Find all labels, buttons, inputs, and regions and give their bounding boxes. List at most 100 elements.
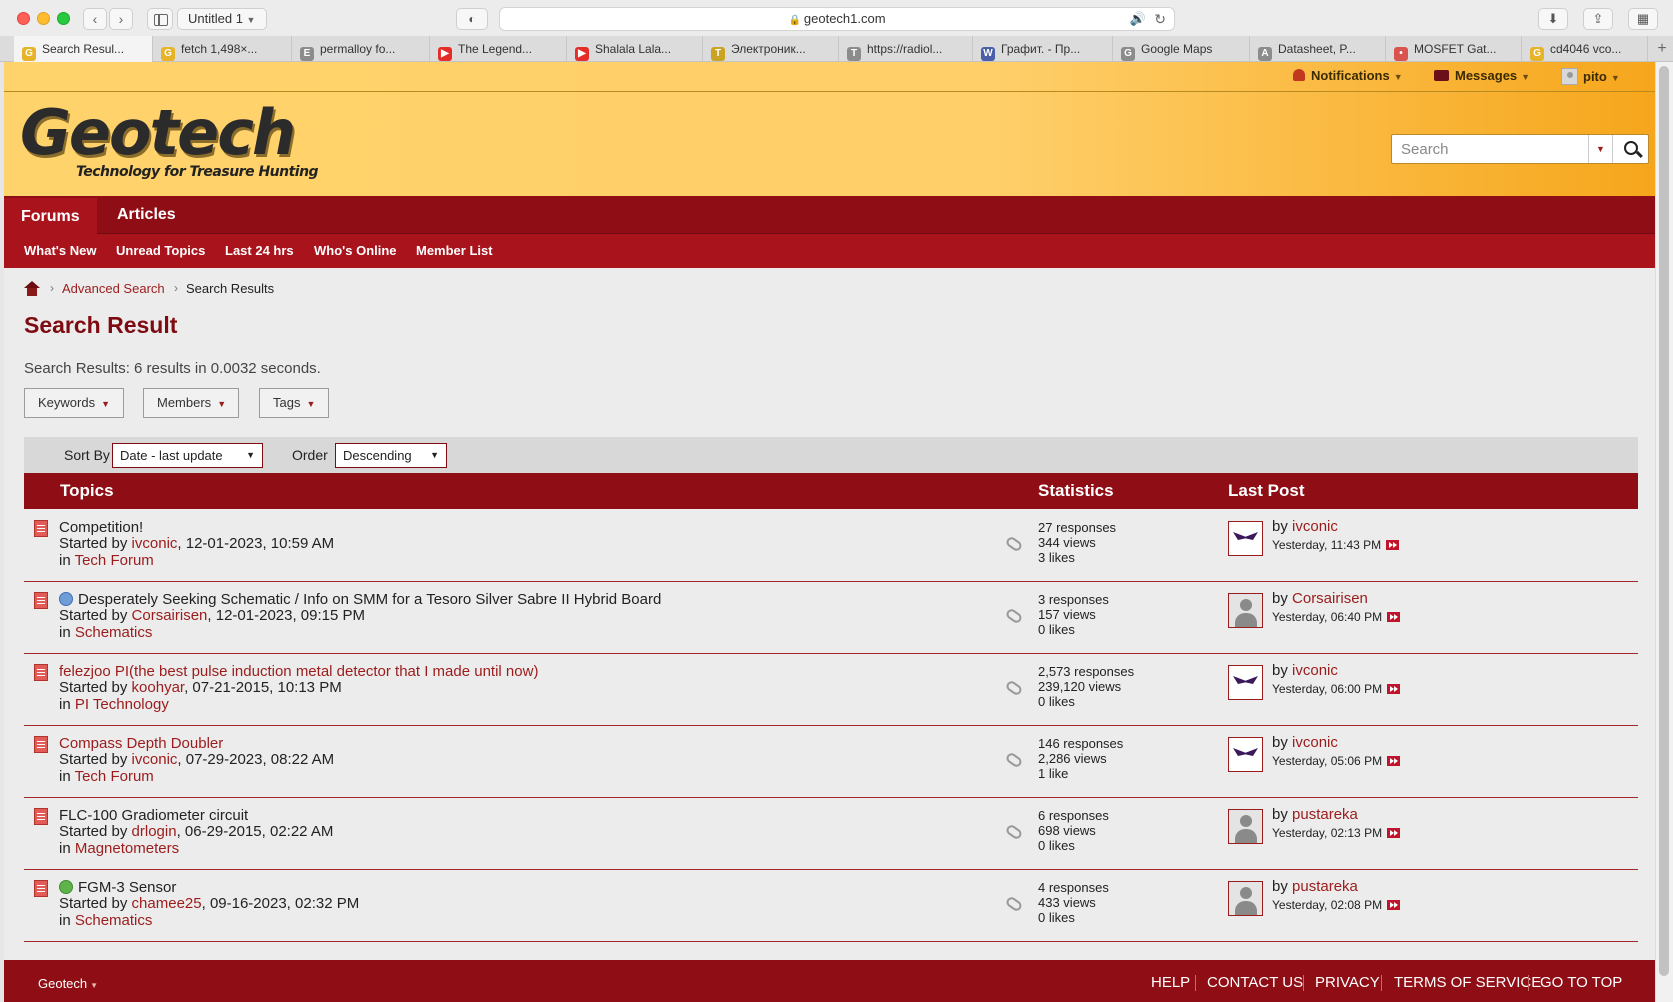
- nav-whats-new[interactable]: What's New: [24, 234, 96, 268]
- nav-whos-online[interactable]: Who's Online: [314, 234, 397, 268]
- nav-last-24-hrs[interactable]: Last 24 hrs: [225, 234, 294, 268]
- stat-views: 2,286 views: [1038, 751, 1107, 766]
- browser-tab[interactable]: T Электроник...: [703, 36, 839, 62]
- browser-tab[interactable]: Gcd4046 vco...: [1522, 36, 1648, 62]
- browser-tab[interactable]: G Google Maps: [1113, 36, 1250, 62]
- last-post-user-link[interactable]: pustareka: [1292, 806, 1358, 823]
- browser-tab[interactable]: A Datasheet, P...: [1250, 36, 1386, 62]
- browser-tab[interactable]: W Графит. - Пр...: [973, 36, 1113, 62]
- browser-tab[interactable]: ▶ Shalala Lala...: [567, 36, 703, 62]
- topic-author-link[interactable]: ivconic: [132, 751, 178, 768]
- last-post-user-link[interactable]: ivconic: [1292, 734, 1338, 751]
- sort-by-select[interactable]: Date - last update ▼: [112, 443, 263, 468]
- footer-contact-link[interactable]: CONTACT US: [1207, 974, 1303, 991]
- nav-unread-topics[interactable]: Unread Topics: [116, 234, 205, 268]
- scrollbar-thumb[interactable]: [1659, 66, 1669, 976]
- topic-title[interactable]: felezjoo PI(the best pulse induction met…: [59, 663, 538, 680]
- go-to-last-post-icon[interactable]: [1387, 828, 1401, 838]
- footer-go-to-top-link[interactable]: GO TO TOP: [1540, 974, 1622, 991]
- user-menu[interactable]: pito ▼: [1561, 68, 1620, 85]
- browser-tab[interactable]: Epermalloy fo...: [292, 36, 430, 62]
- close-window-button[interactable]: [17, 12, 30, 25]
- minimize-window-button[interactable]: [37, 12, 50, 25]
- browser-tab[interactable]: Gfetch 1,498×...: [153, 36, 292, 62]
- browser-tab[interactable]: Thttps://radiol...: [839, 36, 973, 62]
- footer-privacy-link[interactable]: PRIVACY: [1315, 974, 1380, 991]
- avatar[interactable]: [1228, 737, 1263, 772]
- footer-terms-link[interactable]: TERMS OF SERVICE: [1394, 974, 1541, 991]
- browser-tab[interactable]: • MOSFET Gat...: [1386, 36, 1522, 62]
- keywords-filter-button[interactable]: Keywords ▼: [24, 388, 124, 418]
- search-icon[interactable]: [1612, 135, 1648, 163]
- messages-menu[interactable]: Messages ▼: [1434, 68, 1530, 83]
- tab-group-selector[interactable]: Untitled 1 ▼: [177, 8, 267, 30]
- topic-document-icon: [34, 880, 48, 897]
- nav-member-list[interactable]: Member List: [416, 234, 493, 268]
- tab-forums[interactable]: Forums: [4, 198, 97, 235]
- go-to-last-post-icon[interactable]: [1387, 612, 1401, 622]
- sidebar-toggle-icon[interactable]: [147, 8, 173, 30]
- avatar[interactable]: [1228, 809, 1263, 844]
- breadcrumb-advanced-search[interactable]: Advanced Search: [62, 281, 165, 296]
- chevron-down-icon: ▼: [101, 399, 110, 409]
- topic-author-link[interactable]: drlogin: [132, 823, 177, 840]
- last-post-user-link[interactable]: ivconic: [1292, 662, 1338, 679]
- forward-button[interactable]: ›: [109, 8, 133, 30]
- audio-playing-icon[interactable]: 🔊: [1130, 8, 1146, 30]
- avatar[interactable]: [1228, 665, 1263, 700]
- downloads-icon[interactable]: ⬇: [1538, 8, 1568, 30]
- privacy-shield-icon[interactable]: ◐: [456, 8, 488, 30]
- share-icon[interactable]: ⇪: [1583, 8, 1613, 30]
- browser-tab[interactable]: G Search Resul...: [14, 36, 153, 62]
- chevron-down-icon: ▼: [306, 399, 316, 409]
- home-icon[interactable]: [24, 281, 40, 297]
- tab-articles[interactable]: Articles: [100, 196, 193, 234]
- zoom-window-button[interactable]: [57, 12, 70, 25]
- browser-tab[interactable]: ▶ The Legend...: [430, 36, 567, 62]
- go-to-last-post-icon[interactable]: [1387, 900, 1401, 910]
- new-tab-icon[interactable]: +: [1651, 36, 1673, 62]
- topic-author-link[interactable]: chamee25: [132, 895, 202, 912]
- search-options-dropdown[interactable]: ▼: [1588, 135, 1612, 163]
- order-select[interactable]: Descending ▼: [335, 443, 447, 468]
- footer-help-link[interactable]: HELP: [1151, 974, 1190, 991]
- topic-forum-link[interactable]: Tech Forum: [75, 552, 154, 569]
- topic-author-link[interactable]: koohyar: [132, 679, 185, 696]
- topic-author-link[interactable]: Corsairisen: [132, 607, 208, 624]
- last-post-user-link[interactable]: Corsairisen: [1292, 590, 1368, 607]
- footer-brand-menu[interactable]: Geotech ▼: [38, 976, 98, 991]
- topic-forum-link[interactable]: Tech Forum: [75, 768, 154, 785]
- topic-forum-link[interactable]: Schematics: [75, 624, 153, 641]
- topic-title[interactable]: Competition!: [59, 519, 143, 536]
- topic-forum-link[interactable]: PI Technology: [75, 696, 169, 713]
- footer-divider: [1381, 975, 1382, 991]
- filter-label: Members: [157, 395, 212, 410]
- topic-title[interactable]: Desperately Seeking Schematic / Info on …: [59, 591, 661, 608]
- topic-title[interactable]: FGM-3 Sensor: [59, 879, 176, 896]
- last-post-user-link[interactable]: ivconic: [1292, 518, 1338, 535]
- tab-overview-icon[interactable]: ▦: [1628, 8, 1658, 30]
- last-post-user-link[interactable]: pustareka: [1292, 878, 1358, 895]
- reload-icon[interactable]: ↻: [1154, 8, 1166, 30]
- topic-forum-link[interactable]: Magnetometers: [75, 840, 179, 857]
- back-button[interactable]: ‹: [83, 8, 107, 30]
- by-prefix: by: [1272, 878, 1288, 895]
- topic-title[interactable]: FLC-100 Gradiometer circuit: [59, 807, 248, 824]
- avatar[interactable]: [1228, 521, 1263, 556]
- topic-author-link[interactable]: ivconic: [132, 535, 178, 552]
- topic-title[interactable]: Compass Depth Doubler: [59, 735, 223, 752]
- avatar[interactable]: [1228, 593, 1263, 628]
- site-logo[interactable]: Geotech Technology for Treasure Hunting: [20, 102, 319, 181]
- avatar[interactable]: [1228, 881, 1263, 916]
- topic-forum-link[interactable]: Schematics: [75, 912, 153, 929]
- go-to-last-post-icon[interactable]: [1386, 540, 1400, 550]
- topic-start-date: , 09-16-2023, 02:32 PM: [201, 895, 360, 912]
- members-filter-button[interactable]: Members ▼: [143, 388, 239, 418]
- last-post-by: by ivconic: [1272, 662, 1338, 679]
- notifications-menu[interactable]: Notifications ▼: [1293, 68, 1403, 83]
- search-input[interactable]: [1392, 135, 1588, 163]
- tags-filter-button[interactable]: Tags ▼: [259, 388, 329, 418]
- go-to-last-post-icon[interactable]: [1387, 684, 1401, 694]
- go-to-last-post-icon[interactable]: [1387, 756, 1401, 766]
- address-bar[interactable]: 🔒 geotech1.com 🔊 ↻: [499, 7, 1175, 31]
